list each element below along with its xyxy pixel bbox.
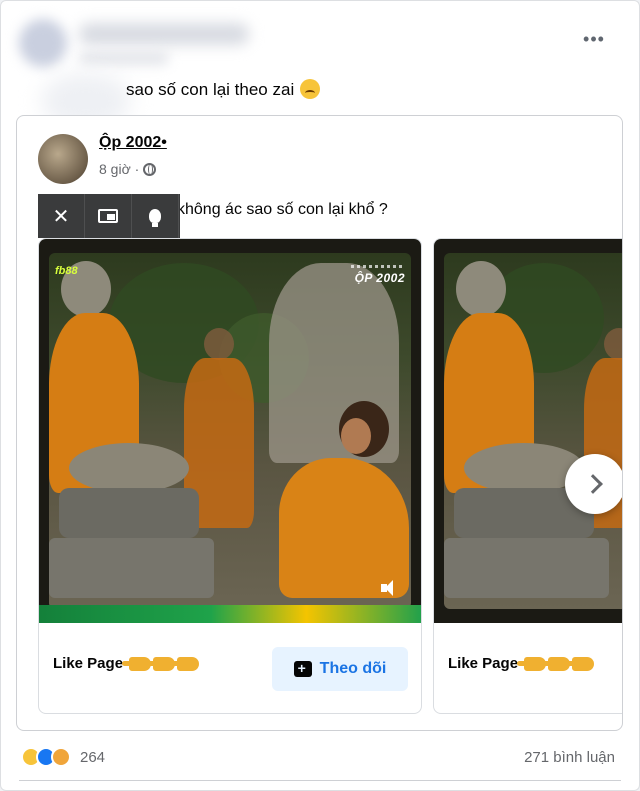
carousel-card: fb88 ỘP 2002 Like Page Theo dõi	[38, 238, 422, 714]
child-monk-robe	[279, 458, 409, 598]
lightbulb-icon	[149, 209, 161, 227]
video-player[interactable]: fb88 ỘP 2002	[39, 239, 421, 623]
like-page-text: Like Page	[448, 655, 519, 672]
follow-icon	[293, 660, 312, 677]
close-button[interactable]: ✕	[38, 194, 85, 238]
child-monk-face	[341, 418, 371, 454]
reactions-summary[interactable]: 264	[21, 747, 105, 767]
post-meta: 8 giờ ·	[99, 161, 157, 177]
ad-banner	[39, 605, 421, 623]
follow-label: Theo dõi	[319, 660, 387, 677]
pedestal-base	[49, 538, 214, 598]
pedestal-base	[444, 538, 609, 598]
lotus-pedestal	[59, 488, 199, 538]
shared-post-text: không ác sao số con lại khổ ?	[177, 201, 388, 218]
watermark-right: ỘP 2002	[354, 271, 405, 285]
page-avatar[interactable]	[38, 134, 88, 184]
like-page-label: Like Page	[448, 655, 595, 672]
feed-post: ••• sao số con lại theo zai Ộp 2002• 8 g…	[0, 0, 640, 791]
like-page-label: Like Page	[53, 655, 200, 672]
more-options-button[interactable]: •••	[577, 27, 611, 51]
blurred-post-meta	[79, 51, 169, 65]
pointing-hand-icon	[565, 656, 595, 671]
page-name-link[interactable]: Ộp 2002•	[99, 134, 167, 152]
video-frame	[444, 253, 622, 609]
video-frame	[49, 253, 411, 609]
post-footer: 264 271 bình luận	[1, 741, 639, 781]
reaction-count: 264	[80, 748, 106, 766]
blurred-author-avatar	[19, 19, 67, 67]
pointing-hands-icons	[122, 656, 200, 671]
buddha-head	[456, 261, 506, 317]
watermark-left: fb88	[55, 265, 78, 277]
picture-in-picture-button[interactable]	[85, 194, 132, 238]
watermark-dots	[351, 265, 403, 268]
buddha-lap	[69, 443, 189, 493]
background-monk-head	[604, 328, 622, 360]
like-page-text: Like Page	[53, 655, 124, 672]
carousel-card-footer: Like Page	[434, 623, 622, 713]
post-time[interactable]: 8 giờ ·	[99, 161, 139, 177]
divider	[19, 780, 621, 781]
comment-count-link[interactable]: 271 bình luận	[524, 749, 615, 766]
sad-reaction-icon	[51, 747, 71, 767]
carousel-next-button[interactable]	[565, 454, 622, 514]
video-player[interactable]	[434, 239, 622, 623]
close-icon: ✕	[52, 205, 70, 228]
blurred-author-name	[79, 23, 249, 45]
picture-in-picture-icon	[98, 209, 118, 223]
pointing-hands-icons	[517, 656, 595, 671]
follow-button[interactable]: Theo dõi	[272, 647, 408, 691]
carousel-card-footer: Like Page Theo dõi	[39, 623, 421, 713]
sad-face-emoji-icon	[300, 79, 321, 99]
background-monk-head	[204, 328, 234, 360]
volume-icon[interactable]	[381, 579, 399, 597]
post-caption-text: sao số con lại theo zai	[126, 80, 295, 99]
media-toolbar: ✕	[38, 194, 180, 238]
globe-icon	[143, 162, 157, 176]
shared-post: Ộp 2002• 8 giờ · ✕ không ác sao số con l…	[16, 115, 623, 731]
lightbulb-button[interactable]	[132, 194, 179, 238]
chevron-right-icon	[583, 474, 603, 494]
pointing-hand-icon	[170, 656, 200, 671]
post-caption: sao số con lại theo zai	[126, 79, 321, 100]
